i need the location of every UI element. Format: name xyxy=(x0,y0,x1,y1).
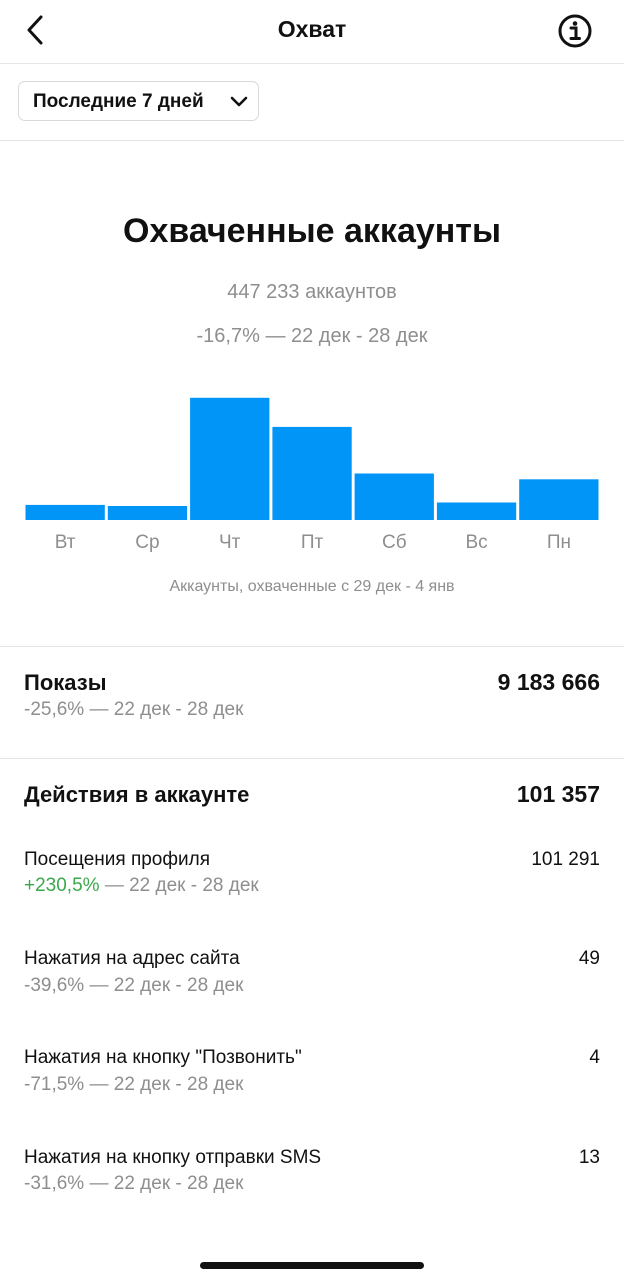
change-period: — 22 дек - 28 дек xyxy=(84,975,244,996)
action-item-change: -39,6% — 22 дек - 28 дек xyxy=(24,975,243,997)
action-item-value: 101 291 xyxy=(531,849,600,870)
change-percent: -39,6% xyxy=(24,975,85,996)
top-bar: Охват xyxy=(0,0,624,64)
x-tick-label: Вс xyxy=(466,532,488,553)
action-item-label: Нажатия на адрес сайта xyxy=(24,948,240,969)
action-item-change: +230,5% — 22 дек - 28 дек xyxy=(24,875,259,897)
action-item-change: -31,6% — 22 дек - 28 дек xyxy=(24,1173,243,1195)
change-period: — 22 дек - 28 дек xyxy=(99,875,259,896)
bar-5[interactable] xyxy=(354,473,434,521)
period-dropdown-label: Последние 7 дней xyxy=(33,91,204,112)
x-tick-label: Чт xyxy=(219,532,241,553)
divider xyxy=(0,140,624,141)
info-icon[interactable] xyxy=(557,13,593,49)
reach-count: 447 233 аккаунтов xyxy=(227,281,397,303)
action-item-label: Нажатия на кнопку отправки SMS xyxy=(24,1147,322,1168)
bar-2[interactable] xyxy=(107,506,188,520)
action-item-value: 49 xyxy=(578,948,600,969)
bar-3[interactable] xyxy=(190,397,270,520)
chart-caption: Аккаунты, охваченные с 29 дек - 4 янв xyxy=(169,578,455,595)
reach-change: -16,7% — 22 дек - 28 дек xyxy=(196,325,428,347)
x-tick-label: Пн xyxy=(547,532,571,553)
impressions-change: -25,6% — 22 дек - 28 дек xyxy=(24,699,244,720)
impressions-value: 9 183 666 xyxy=(497,669,600,695)
x-tick-label: Вт xyxy=(55,532,76,553)
divider xyxy=(0,646,624,647)
action-item-label: Нажатия на кнопку "Позвонить" xyxy=(24,1047,302,1068)
change-percent: +230,5% xyxy=(24,875,100,896)
account-actions-label: Действия в аккаунте xyxy=(24,782,250,807)
x-tick-label: Сб xyxy=(382,532,407,553)
bar-7[interactable] xyxy=(519,479,599,520)
home-indicator[interactable] xyxy=(200,1262,424,1269)
impressions-label: Показы xyxy=(24,670,107,695)
action-item-value: 4 xyxy=(589,1047,600,1068)
change-period: — 22 дек - 28 дек xyxy=(84,1074,244,1095)
change-percent: -71,5% xyxy=(24,1074,85,1095)
reach-bar-chart: Вт Ср Чт Пт Сб Вс Пн xyxy=(25,397,599,553)
action-item-value: 13 xyxy=(578,1147,600,1168)
action-item-label: Посещения профиля xyxy=(24,849,210,870)
bar-6[interactable] xyxy=(436,502,517,521)
bar-4[interactable] xyxy=(272,426,352,520)
account-actions-value: 101 357 xyxy=(516,781,600,807)
divider xyxy=(0,758,624,759)
x-tick-label: Ср xyxy=(135,532,159,553)
period-dropdown[interactable]: Последние 7 дней xyxy=(18,81,259,121)
reach-title: Охваченные аккаунты xyxy=(123,212,501,250)
action-item-change: -71,5% — 22 дек - 28 дек xyxy=(24,1074,243,1096)
x-tick-label: Пт xyxy=(301,532,324,553)
chevron-down-icon xyxy=(230,96,248,107)
bar-1[interactable] xyxy=(25,504,105,520)
page-title: Охват xyxy=(277,16,347,42)
change-percent: -31,6% xyxy=(24,1173,85,1194)
change-period: — 22 дек - 28 дек xyxy=(84,1173,244,1194)
